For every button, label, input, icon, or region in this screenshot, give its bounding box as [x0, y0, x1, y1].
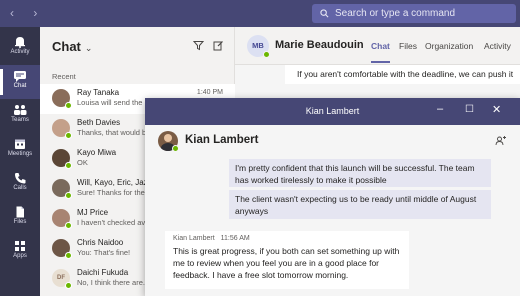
avatar: [52, 179, 72, 199]
tab-activity[interactable]: Activity: [484, 41, 511, 51]
message-time: 1:40 PM: [196, 89, 223, 96]
avatar: [52, 89, 72, 109]
avatar: [52, 149, 72, 169]
contact-name: Kian Lambert: [185, 134, 259, 146]
close-icon[interactable]: ✕: [492, 103, 501, 116]
rail-label-meetings: Meetings: [7, 151, 33, 157]
search-placeholder: Search or type a command: [335, 8, 456, 19]
sender-name: Kian Lambert: [173, 235, 215, 242]
presence-available-icon: [65, 192, 72, 199]
calendar-icon: [15, 139, 25, 149]
contact-name: Ray Tanaka: [77, 88, 120, 97]
chat-icon: [14, 71, 26, 82]
new-chat-icon[interactable]: [213, 40, 224, 51]
rail-item-meetings[interactable]: Meetings: [0, 133, 40, 167]
rail-label-teams: Teams: [11, 117, 29, 123]
app-rail: Activity Chat Teams Meetings Calls Files…: [0, 27, 40, 296]
rail-item-activity[interactable]: Activity: [0, 31, 40, 65]
rail-label-activity: Activity: [10, 49, 30, 55]
title-bar: ‹ › Search or type a command: [0, 0, 520, 27]
chat-title-text: Chat: [52, 39, 81, 54]
conversation-title: Marie Beaudouin: [275, 39, 364, 51]
contact-name: Beth Davies: [77, 118, 121, 127]
contact-name: Kayo Miwa: [77, 148, 117, 157]
avatar: [52, 239, 72, 259]
presence-available-icon: [263, 51, 270, 58]
add-people-icon[interactable]: [495, 135, 507, 147]
rail-item-calls[interactable]: Calls: [0, 167, 40, 201]
message-time: 11:56 AM: [220, 235, 250, 242]
rail-item-apps[interactable]: Apps: [0, 235, 40, 269]
conversation-header: MB Marie Beaudouin Chat Files Organizati…: [235, 27, 520, 65]
bell-icon: [15, 37, 25, 48]
contact-name: MJ Price: [77, 208, 109, 217]
presence-available-icon: [65, 102, 72, 109]
file-icon: [16, 206, 24, 218]
rail-label-calls: Calls: [13, 185, 27, 191]
tab-organization[interactable]: Organization: [425, 41, 473, 51]
message-bubble: If you aren't comfortable with the deadl…: [285, 65, 520, 84]
my-message-bubble: The client wasn't expecting us to be rea…: [229, 190, 491, 219]
minimize-icon[interactable]: –: [437, 103, 443, 115]
presence-available-icon: [65, 282, 72, 289]
presence-available-icon: [172, 145, 179, 152]
avatar-initials: MB: [252, 41, 264, 50]
avatar: [52, 119, 72, 139]
history-nav[interactable]: ‹ ›: [10, 6, 45, 20]
search-box[interactable]: Search or type a command: [312, 4, 516, 23]
window-title: Kian Lambert: [305, 106, 360, 116]
avatar: [52, 209, 72, 229]
teams-icon: [14, 105, 27, 115]
contact-name: Will, Kayo, Eric, Jaz...: [77, 178, 155, 187]
presence-available-icon: [65, 222, 72, 229]
tab-chat[interactable]: Chat: [371, 41, 390, 63]
avatar: DF: [52, 269, 72, 289]
recent-section-label: Recent: [52, 72, 76, 81]
avatar: MB: [247, 35, 270, 58]
maximize-icon[interactable]: ☐: [465, 104, 474, 115]
presence-available-icon: [65, 252, 72, 259]
rail-label-chat: Chat: [13, 83, 27, 89]
phone-icon: [15, 173, 26, 184]
message-header: Kian Lambert 11:56 AM: [173, 235, 401, 242]
filter-icon[interactable]: [193, 40, 204, 51]
presence-available-icon: [65, 132, 72, 139]
received-message-bubble: Kian Lambert 11:56 AM This is great progr…: [165, 231, 409, 289]
rail-item-teams[interactable]: Teams: [0, 99, 40, 133]
rail-label-files: Files: [13, 219, 27, 225]
rail-label-apps: Apps: [13, 253, 27, 259]
rail-item-chat[interactable]: Chat: [0, 65, 40, 99]
tab-files[interactable]: Files: [399, 41, 417, 51]
search-icon: [320, 9, 329, 18]
chevron-down-icon: ⌄: [84, 43, 93, 53]
popout-header: Kian Lambert: [145, 125, 520, 159]
rail-item-files[interactable]: Files: [0, 201, 40, 235]
avatar-initials: DF: [57, 275, 65, 281]
presence-available-icon: [65, 162, 72, 169]
chat-panel-title[interactable]: Chat ⌄: [52, 39, 92, 54]
popout-chat-window: Kian Lambert – ☐ ✕ Kian Lambert I'm pret…: [145, 98, 520, 296]
message-text: This is great progress, if you both can …: [173, 246, 400, 280]
popout-title-bar: Kian Lambert – ☐ ✕: [145, 98, 520, 125]
my-message-bubble: I'm pretty confident that this launch wi…: [229, 159, 491, 187]
contact-name: Chris Naidoo: [77, 238, 124, 247]
apps-icon: [15, 241, 25, 251]
contact-name: Daichi Fukuda: [77, 268, 129, 277]
